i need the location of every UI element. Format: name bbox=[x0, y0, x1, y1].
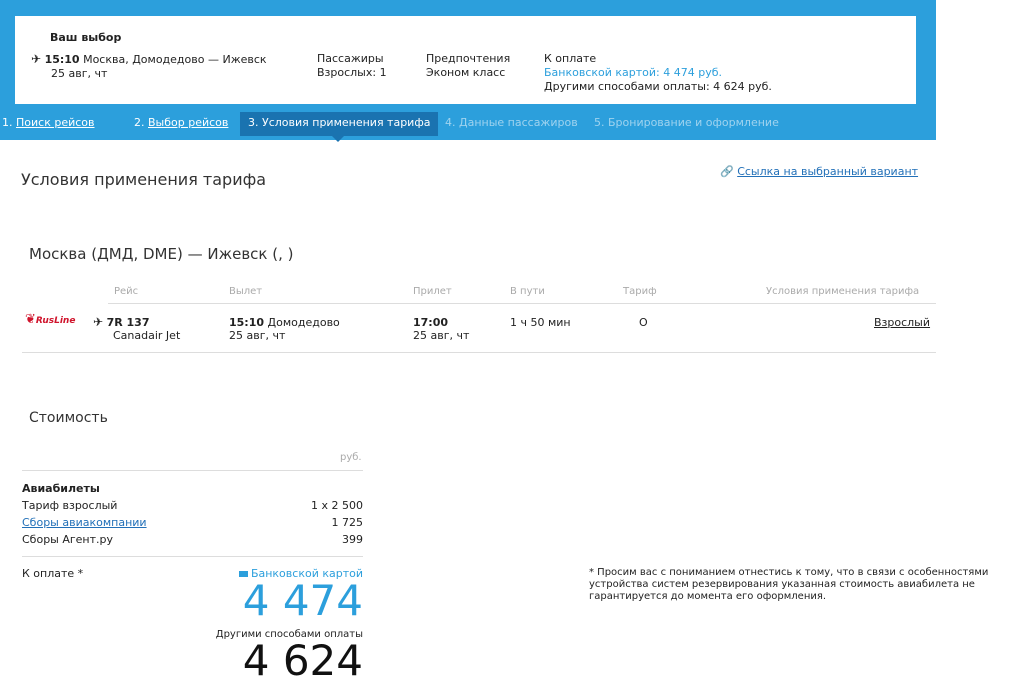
selection-summary: Ваш выбор ✈ 15:10 Москва, Домодедово — И… bbox=[15, 16, 916, 104]
step-passenger-data: 4. Данные пассажиров bbox=[445, 112, 578, 136]
cost-divider-bottom bbox=[22, 556, 363, 557]
link-text: Ссылка на выбранный вариант bbox=[737, 165, 919, 178]
col-arrival: Прилет bbox=[413, 286, 452, 297]
dep-date: 25 авг, чт bbox=[229, 329, 286, 342]
col-flight: Рейс bbox=[114, 286, 139, 297]
tickets-section: Авиабилеты bbox=[22, 482, 100, 495]
agent-fees-value: 399 bbox=[342, 533, 363, 546]
step-number: 1. bbox=[2, 116, 13, 129]
selected-variant-link[interactable]: 🔗 Ссылка на выбранный вариант bbox=[720, 165, 918, 178]
step-fare-conditions[interactable]: 3. Условия применения тарифа bbox=[240, 112, 439, 142]
arr-time: 17:00 bbox=[413, 316, 449, 329]
to-pay-label: К оплате * bbox=[22, 567, 84, 580]
other-total: 4 624 bbox=[242, 636, 363, 685]
step-label: Поиск рейсов bbox=[16, 116, 95, 129]
airline-fees-value: 1 725 bbox=[331, 516, 364, 529]
step-label: Выбор рейсов bbox=[148, 116, 229, 129]
passengers-value: Взрослых: 1 bbox=[317, 66, 387, 79]
fare-adult-value: 1 x 2 500 bbox=[311, 499, 363, 512]
summary-flight: ✈ 15:10 Москва, Домодедово — Ижевск 25 а… bbox=[31, 52, 267, 81]
summary-title: Ваш выбор bbox=[50, 31, 122, 44]
dep-airport: Домодедово bbox=[267, 316, 340, 329]
col-departure: Вылет bbox=[229, 286, 263, 297]
conditions-link[interactable]: Взрослый bbox=[874, 316, 930, 329]
summary-preferences: Предпочтения Эконом класс bbox=[426, 52, 510, 80]
col-duration: В пути bbox=[510, 286, 545, 297]
summary-time: 15:10 bbox=[44, 53, 80, 66]
step-label: 3. Условия применения тарифа bbox=[248, 116, 431, 129]
pay-other: Другими способами оплаты: 4 624 руб. bbox=[544, 80, 772, 93]
departure-cell: 15:10 Домодедово 25 авг, чт bbox=[229, 316, 340, 342]
step-select[interactable]: 2. Выбор рейсов bbox=[134, 112, 228, 136]
summary-date: 25 авг, чт bbox=[51, 67, 108, 80]
page-title: Условия применения тарифа bbox=[21, 170, 267, 189]
passengers-label: Пассажиры bbox=[317, 52, 384, 65]
duration-cell: 1 ч 50 мин bbox=[510, 316, 571, 329]
fare-cell: O bbox=[639, 316, 648, 329]
airplane-icon: ✈ bbox=[31, 52, 42, 66]
route-title: Москва (ДМД, DME) — Ижевск (, ) bbox=[29, 245, 294, 263]
airplane-icon: ✈ bbox=[93, 315, 104, 329]
cost-divider-top bbox=[22, 470, 363, 471]
col-conditions: Условия применения тарифа bbox=[766, 286, 920, 297]
pay-card: Банковской картой: 4 474 руб. bbox=[544, 66, 723, 79]
pay-label: К оплате bbox=[544, 52, 597, 65]
step-label: 5. Бронирование и оформление bbox=[594, 116, 779, 129]
step-booking: 5. Бронирование и оформление bbox=[594, 112, 779, 136]
card-total: 4 474 bbox=[242, 576, 363, 625]
airline-logo: ❦RusLine bbox=[25, 312, 76, 327]
arr-date: 25 авг, чт bbox=[413, 329, 470, 342]
airline-fees-link[interactable]: Сборы авиакомпании bbox=[22, 516, 147, 529]
col-fare: Тариф bbox=[623, 286, 657, 297]
summary-passengers: Пассажиры Взрослых: 1 bbox=[317, 52, 387, 80]
fare-adult-label: Тариф взрослый bbox=[22, 499, 118, 512]
prefs-label: Предпочтения bbox=[426, 52, 511, 65]
rusline-logo-icon: ❦ bbox=[25, 312, 36, 327]
arrival-cell: 17:00 25 авг, чт bbox=[413, 316, 469, 342]
summary-payment: К оплате Банковской картой: 4 474 руб. Д… bbox=[544, 52, 772, 94]
table-row-flight: ✈ 7R 137 Canadair Jet bbox=[93, 315, 181, 343]
aircraft: Canadair Jet bbox=[113, 329, 181, 342]
flight-number: 7R 137 bbox=[106, 316, 150, 329]
dep-time: 15:10 bbox=[229, 316, 265, 329]
cost-title: Стоимость bbox=[29, 410, 108, 426]
step-search[interactable]: 1. Поиск рейсов bbox=[2, 112, 95, 136]
link-icon: 🔗 bbox=[720, 165, 734, 178]
price-disclaimer: * Просим вас с пониманием отнестись к то… bbox=[589, 567, 989, 602]
summary-route: Москва, Домодедово — Ижевск bbox=[83, 53, 267, 66]
currency-label: руб. bbox=[340, 452, 362, 463]
table-header-divider bbox=[108, 303, 936, 304]
active-step-arrow bbox=[332, 136, 344, 142]
step-label: 4. Данные пассажиров bbox=[445, 116, 578, 129]
step-number: 2. bbox=[134, 116, 145, 129]
prefs-value: Эконом класс bbox=[426, 66, 506, 79]
booking-steps: 1. Поиск рейсов 2. Выбор рейсов 3. Услов… bbox=[0, 112, 936, 142]
agent-fees-label: Сборы Агент.ру bbox=[22, 533, 114, 546]
table-row-divider bbox=[22, 352, 936, 353]
